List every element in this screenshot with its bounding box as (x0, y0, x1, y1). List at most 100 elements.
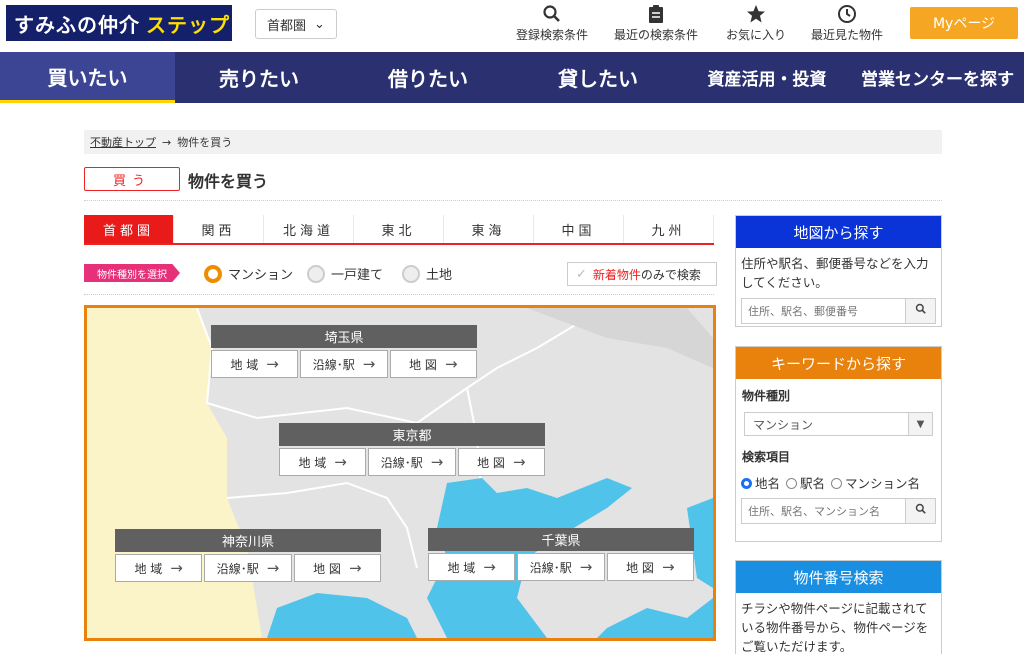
divider (84, 294, 714, 295)
saitama-area-button[interactable]: 地 域 → (211, 350, 299, 378)
site-logo[interactable]: すみふの仲介 ステップ (6, 5, 232, 41)
logo-main-text: すみふの仲介 (14, 12, 140, 37)
number-search-title: 物件番号検索 (736, 561, 941, 593)
nav-sell[interactable]: 売りたい (175, 52, 343, 103)
type-house-label: 一戸建て (331, 268, 384, 283)
tab-tokai[interactable]: 東海 (444, 215, 534, 243)
map-label: 地 図 (626, 560, 654, 575)
favorites-label: お気に入り (726, 28, 787, 42)
nav-rent[interactable]: 借りたい (343, 52, 513, 103)
saved-search-label: 登録検索条件 (516, 28, 589, 42)
option-station-label: 駅名 (800, 476, 826, 491)
nav-lease[interactable]: 貸したい (513, 52, 683, 103)
map-search-button[interactable] (906, 298, 936, 324)
arrow-right-icon: → (348, 559, 362, 577)
kanagawa-area-button[interactable]: 地 域 → (115, 554, 203, 582)
arrow-right-icon: → (579, 558, 593, 576)
map-search-title: 地図から探す (736, 216, 941, 248)
chiba-line-button[interactable]: 沿線･駅 → (517, 553, 605, 581)
map-search-panel: 地図から探す 住所や駅名、郵便番号などを入力してください。 (735, 215, 942, 327)
map-search-desc: 住所や駅名、郵便番号などを入力してください。 (741, 256, 929, 290)
arrow-right-icon: → (512, 453, 526, 471)
region-dropdown[interactable]: 首都圏 ⌄ (255, 9, 337, 39)
logo-sub-text: ステップ (146, 12, 230, 37)
line-label: 沿線･駅 (529, 560, 572, 575)
pref-saitama-title: 埼玉県 (211, 325, 477, 348)
new-only-label: のみで検索 (640, 267, 701, 282)
nav-sales-center[interactable]: 営業センターを探す (851, 52, 1024, 103)
keyword-search-button[interactable] (906, 498, 936, 524)
pref-saitama: 埼玉県 地 域 → 沿線･駅 → 地 図 → (211, 325, 477, 378)
chevron-down-icon: ⌄ (314, 16, 325, 32)
number-search-desc: チラシや物件ページに記載されている物件番号から、物件ページをご覧いただけます。 (741, 601, 929, 654)
tokyo-area-button[interactable]: 地 域 → (279, 448, 367, 476)
buy-tag: 買う (84, 167, 180, 191)
map-label: 地 図 (477, 455, 505, 470)
kanagawa-map-button[interactable]: 地 図 → (293, 554, 381, 582)
breadcrumb: 不動産トップ → 物件を買う (84, 130, 942, 154)
type-mansion-label: マンション (228, 268, 294, 283)
keyword-type-value: マンション (753, 417, 814, 432)
keyword-type-select[interactable]: マンション ▼ (744, 412, 933, 436)
arrow-right-icon: → (266, 355, 279, 373)
recent-search-label: 最近の検索条件 (614, 28, 699, 42)
arrow-right-icon: → (170, 559, 183, 577)
keyword-search-panel: キーワードから探す 物件種別 マンション ▼ 検索項目 地名 駅名 マンション名 (735, 346, 942, 542)
chiba-map-button[interactable]: 地 図 → (606, 553, 694, 581)
option-placename[interactable]: 地名 (741, 473, 780, 492)
keyword-search-input[interactable] (741, 498, 906, 524)
kanagawa-line-button[interactable]: 沿線･駅 → (204, 554, 292, 582)
search-icon (915, 503, 927, 519)
option-placename-label: 地名 (755, 476, 781, 491)
property-type-label: 物件種別を選択 (84, 264, 180, 282)
check-icon: ✓ (576, 266, 587, 282)
main-nav: 買いたい 売りたい 借りたい 貸したい 資産活用・投資 営業センターを探す (0, 52, 1024, 103)
option-station[interactable]: 駅名 (786, 473, 825, 492)
type-radio-mansion[interactable]: マンション (204, 264, 293, 283)
star-icon (726, 4, 786, 26)
tab-kyushu[interactable]: 九州 (624, 215, 714, 243)
clipboard-icon (614, 4, 698, 26)
chiba-area-button[interactable]: 地 域 → (428, 553, 516, 581)
type-radio-house[interactable]: 一戸建て (307, 264, 383, 283)
tab-hokkaido[interactable]: 北海道 (264, 215, 354, 243)
nav-investment[interactable]: 資産活用・投資 (683, 52, 851, 103)
search-icon (516, 4, 588, 26)
arrow-right-icon: → (266, 559, 280, 577)
pref-tokyo: 東京都 地 域 → 沿線･駅 → 地 図 → (279, 423, 545, 476)
saitama-map-button[interactable]: 地 図 → (389, 350, 477, 378)
option-mansion[interactable]: マンション名 (831, 473, 920, 492)
saved-search-link[interactable]: 登録検索条件 (516, 4, 588, 43)
radio-icon (307, 264, 325, 283)
map-search-input[interactable] (741, 298, 906, 324)
breadcrumb-arrow: → (162, 135, 172, 149)
radio-selected-icon (741, 478, 752, 489)
radio-icon (402, 264, 420, 283)
line-label: 沿線･駅 (380, 455, 423, 470)
arrow-right-icon: → (430, 453, 444, 471)
recent-search-link[interactable]: 最近の検索条件 (614, 4, 698, 43)
favorites-link[interactable]: お気に入り (726, 4, 786, 43)
tokyo-map-button[interactable]: 地 図 → (457, 448, 545, 476)
radio-selected-icon (204, 264, 222, 283)
kanto-map: 埼玉県 地 域 → 沿線･駅 → 地 図 → 東京都 地 域 → 沿線･駅 → 地 図 → … (84, 305, 716, 641)
nav-buy[interactable]: 買いたい (0, 52, 175, 103)
tab-tohoku[interactable]: 東北 (354, 215, 444, 243)
site-header: すみふの仲介 ステップ 首都圏 ⌄ 登録検索条件 最近の検索条件 お気に入り 最… (0, 0, 1024, 52)
region-dropdown-value: 首都圏 (267, 18, 307, 34)
mypage-button[interactable]: Myページ (910, 7, 1018, 39)
tab-chugoku[interactable]: 中国 (534, 215, 624, 243)
recently-viewed-link[interactable]: 最近見た物件 (811, 4, 883, 43)
saitama-line-button[interactable]: 沿線･駅 → (300, 350, 388, 378)
tokyo-line-button[interactable]: 沿線･駅 → (368, 448, 456, 476)
line-label: 沿線･駅 (216, 561, 259, 576)
tab-kansai[interactable]: 関西 (174, 215, 264, 243)
arrow-right-icon: → (444, 355, 458, 373)
tab-shutoken[interactable]: 首都圏 (84, 215, 174, 243)
pref-kanagawa-title: 神奈川県 (115, 529, 381, 552)
breadcrumb-home[interactable]: 不動産トップ (90, 134, 156, 150)
new-only-checkbox[interactable]: ✓ 新着物件のみで検索 (567, 262, 717, 286)
map-label: 地 図 (409, 357, 437, 372)
type-radio-land[interactable]: 土地 (402, 264, 452, 283)
pref-chiba-title: 千葉県 (428, 528, 694, 551)
